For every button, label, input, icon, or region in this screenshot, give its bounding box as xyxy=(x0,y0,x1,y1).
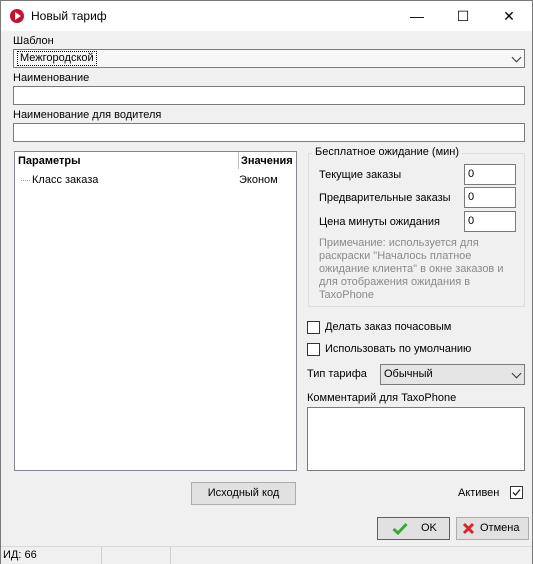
free-wait-title: Бесплатное ожидание (мин) xyxy=(312,146,463,158)
cancel-button[interactable]: Отмена xyxy=(456,517,529,540)
close-button[interactable]: ✕ xyxy=(486,1,532,31)
status-segment xyxy=(102,547,171,564)
preorders-input[interactable]: 0 xyxy=(464,187,516,208)
check-icon xyxy=(512,489,521,496)
name-input[interactable] xyxy=(13,86,525,105)
tree-row-value: Эконом xyxy=(239,174,278,186)
params-tree[interactable]: Параметры Значения Класс заказа Эконом xyxy=(14,151,297,471)
status-bar: ИД: 66 xyxy=(1,546,532,564)
tariff-type-select[interactable]: Обычный xyxy=(380,364,525,385)
hourly-label[interactable]: Делать заказ почасовым xyxy=(325,321,451,333)
current-orders-label: Текущие заказы xyxy=(319,169,402,181)
name-label: Наименование xyxy=(13,72,90,84)
comment-label: Комментарий для TaxoPhone xyxy=(307,392,457,404)
default-checkbox[interactable] xyxy=(307,343,320,356)
column-divider[interactable] xyxy=(238,152,239,169)
active-label[interactable]: Активен xyxy=(458,487,499,499)
minimize-button[interactable]: — xyxy=(394,1,440,31)
active-checkbox[interactable] xyxy=(510,486,523,499)
tree-row[interactable]: Класс заказа Эконом xyxy=(15,173,296,189)
free-wait-note: Примечание: используется для раскраски "… xyxy=(319,237,504,301)
ok-button-label: OK xyxy=(421,522,437,534)
status-segment-id: ИД: 66 xyxy=(1,547,102,564)
comment-textarea[interactable] xyxy=(307,407,525,471)
hourly-checkbox[interactable] xyxy=(307,321,320,334)
cancel-x-icon xyxy=(462,522,475,535)
checkmark-icon xyxy=(392,522,408,535)
status-id-text: ИД: 66 xyxy=(3,549,37,561)
params-column-header[interactable]: Параметры xyxy=(18,155,80,167)
tree-row-param: Класс заказа xyxy=(32,174,99,186)
driver-name-label: Наименование для водителя xyxy=(13,109,162,121)
tariff-type-label: Тип тарифа xyxy=(307,368,367,380)
template-select[interactable]: Межгородской xyxy=(13,49,525,68)
template-label: Шаблон xyxy=(13,35,54,47)
app-logo-icon xyxy=(10,9,24,23)
wait-price-input[interactable]: 0 xyxy=(464,211,516,232)
values-column-header[interactable]: Значения xyxy=(241,155,296,167)
source-code-button[interactable]: Исходный код xyxy=(191,482,296,505)
ok-button[interactable]: OK xyxy=(377,517,450,540)
wait-price-label: Цена минуты ожидания xyxy=(319,216,440,228)
window-title: Новый тариф xyxy=(31,9,107,23)
default-label[interactable]: Использовать по умолчанию xyxy=(325,343,471,355)
tariff-type-value: Обычный xyxy=(384,368,433,380)
cancel-button-label: Отмена xyxy=(480,522,520,534)
driver-name-input[interactable] xyxy=(13,123,525,142)
chevron-down-icon xyxy=(511,368,522,379)
chevron-down-icon xyxy=(511,52,522,63)
title-bar: Новый тариф — ☐ ✕ xyxy=(1,1,532,31)
maximize-button[interactable]: ☐ xyxy=(440,1,486,31)
preorders-label: Предварительные заказы xyxy=(319,192,451,204)
current-orders-input[interactable]: 0 xyxy=(464,164,516,185)
dialog-window: Новый тариф — ☐ ✕ Шаблон Межгородской На… xyxy=(0,0,533,564)
tree-connector xyxy=(21,180,30,181)
template-value: Межгородской xyxy=(17,51,97,66)
